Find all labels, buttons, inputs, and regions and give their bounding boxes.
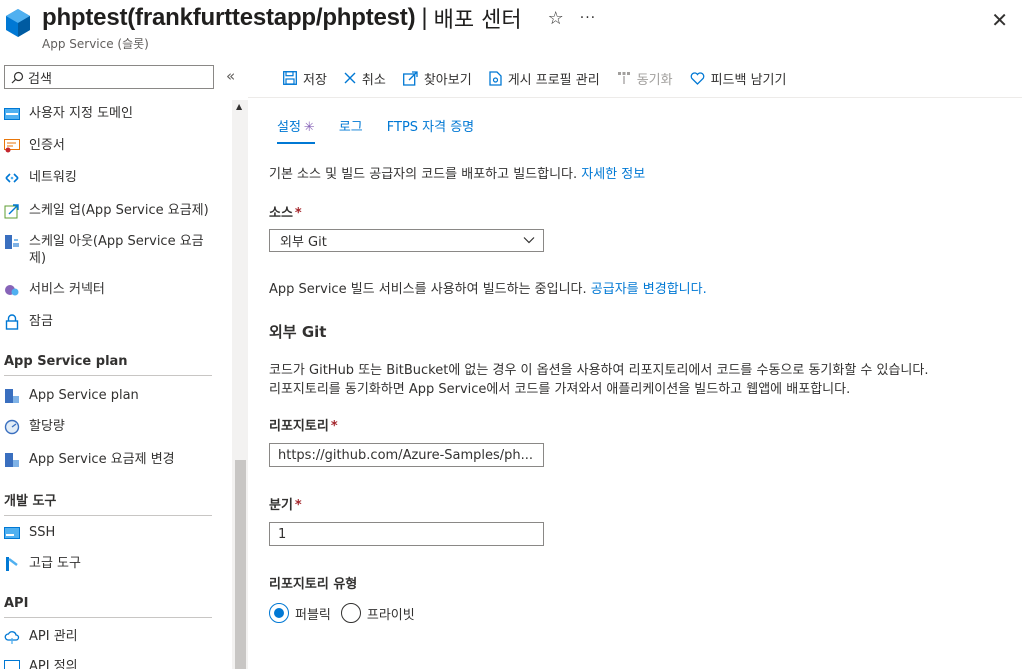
cancel-icon xyxy=(344,72,356,84)
quota-icon xyxy=(3,418,21,436)
browse-button[interactable]: 찾아보기 xyxy=(402,69,472,88)
save-button[interactable]: 저장 xyxy=(283,69,327,88)
source-label: 소스 * xyxy=(269,206,302,221)
custom-domain-icon xyxy=(3,105,21,123)
external-git-desc-line-2: 리포지토리를 동기화하면 App Service에서 코드를 가져와서 애플리케… xyxy=(269,382,851,397)
sidebar-item-quota[interactable]: 할당량 xyxy=(0,418,232,436)
change-provider-link[interactable]: 공급자를 변경합니다. xyxy=(591,282,707,297)
repository-type-label: 리포지토리 유형 xyxy=(269,577,358,592)
ssh-icon xyxy=(3,524,21,542)
private-radio-label[interactable]: 프라이빗 xyxy=(367,604,415,623)
build-provider-text: App Service 빌드 서비스를 사용하여 빌드하는 중입니다. 공급자를… xyxy=(269,282,707,297)
tab-ftps-credentials[interactable]: FTPS 자격 증명 xyxy=(387,116,474,143)
close-icon[interactable]: ✕ xyxy=(991,8,1008,32)
collapse-sidebar-icon[interactable]: « xyxy=(226,67,235,85)
service-connector-icon xyxy=(3,281,21,299)
sync-icon xyxy=(617,71,631,85)
learn-more-link[interactable]: 자세한 정보 xyxy=(581,167,645,182)
scale-up-icon xyxy=(3,202,21,220)
manage-publish-profile-button[interactable]: 게시 프로필 관리 xyxy=(489,69,600,88)
app-service-plan-icon xyxy=(3,387,21,405)
search-icon xyxy=(11,71,24,83)
feedback-button[interactable]: 피드백 남기기 xyxy=(690,69,786,88)
branch-label: 분기 * xyxy=(269,498,302,513)
sidebar-scrollbar[interactable]: ▲ xyxy=(232,100,248,669)
repository-label: 리포지토리 * xyxy=(269,419,338,434)
heart-icon xyxy=(690,71,705,85)
networking-icon xyxy=(3,169,21,187)
sidebar-item-app-service-plan[interactable]: App Service plan xyxy=(0,387,232,405)
external-git-title: 외부 Git xyxy=(269,323,327,341)
sidebar-item-custom-domains[interactable]: 사용자 지정 도메인 xyxy=(0,105,232,123)
sidebar-item-advanced-tools[interactable]: 고급 도구 xyxy=(0,555,232,573)
public-radio-label[interactable]: 퍼블릭 xyxy=(295,604,331,623)
api-management-icon xyxy=(3,628,21,646)
required-marker: * xyxy=(294,498,302,513)
command-bar: 저장 취소 찾아보기 게시 프로필 관리 동기화 피드백 남기기 xyxy=(283,66,803,90)
required-marker: * xyxy=(294,206,302,221)
source-dropdown[interactable]: 외부 Git xyxy=(269,229,544,252)
unsaved-changes-icon: ✳ xyxy=(303,120,315,135)
main-content: 설정 ✳ 로그 FTPS 자격 증명 기본 소스 및 빌드 공급자의 코드를 배포… xyxy=(248,98,1022,669)
sidebar-item-change-plan[interactable]: App Service 요금제 변경 xyxy=(0,451,232,469)
more-icon[interactable]: ··· xyxy=(580,10,596,26)
tab-bar: 설정 ✳ 로그 FTPS 자격 증명 xyxy=(277,116,498,144)
scroll-up-arrow-icon[interactable]: ▲ xyxy=(236,102,242,111)
sidebar-item-locks[interactable]: 잠금 xyxy=(0,313,232,331)
chevron-down-icon xyxy=(523,237,535,244)
sidebar-item-api-management[interactable]: API 관리 xyxy=(0,628,232,646)
title-separator: | xyxy=(421,4,428,31)
page-header: phptest(frankfurttestapp/phptest) | 배포 센… xyxy=(0,0,1022,58)
scrollbar-thumb[interactable] xyxy=(235,460,246,669)
advanced-tools-icon xyxy=(3,555,21,573)
branch-input[interactable]: 1 xyxy=(269,522,544,546)
certificate-icon xyxy=(3,137,21,155)
publish-profile-icon xyxy=(489,70,502,86)
tab-settings[interactable]: 설정 ✳ xyxy=(277,116,315,144)
page-subtitle: App Service (슬롯) xyxy=(42,37,149,51)
required-marker: * xyxy=(330,419,338,434)
sidebar-section-api: API xyxy=(4,596,212,618)
sidebar-item-scale-up[interactable]: 스케일 업(App Service 요금제) xyxy=(0,202,232,220)
sidebar-section-dev-tools: 개발 도구 xyxy=(4,490,212,516)
lock-icon xyxy=(3,313,21,331)
browse-icon xyxy=(402,70,418,86)
search-input[interactable]: 검색 xyxy=(4,65,214,89)
external-git-desc-line-1: 코드가 GitHub 또는 BitBucket에 없는 경우 이 옵션을 사용하… xyxy=(269,363,929,378)
tab-logs[interactable]: 로그 xyxy=(339,116,363,143)
api-definition-icon xyxy=(3,658,21,669)
search-placeholder: 검색 xyxy=(28,71,52,87)
sidebar-item-api-definition[interactable]: API 정의 xyxy=(0,658,232,669)
star-icon[interactable]: ☆ xyxy=(548,8,564,29)
sidebar-item-scale-out[interactable]: 스케일 아웃(App Service 요금제) xyxy=(0,233,232,267)
sidebar-item-certificates[interactable]: 인증서 xyxy=(0,137,232,155)
repository-input[interactable]: https://github.com/Azure-Samples/ph... xyxy=(269,443,544,467)
sync-button[interactable]: 동기화 xyxy=(617,69,673,88)
sidebar-item-networking[interactable]: 네트워킹 xyxy=(0,169,232,187)
cancel-button[interactable]: 취소 xyxy=(344,69,386,88)
private-radio[interactable] xyxy=(340,603,361,623)
save-icon xyxy=(283,71,297,85)
sidebar-item-ssh[interactable]: SSH xyxy=(0,524,232,542)
page-section-title: 배포 센터 xyxy=(433,8,522,33)
repository-type-radio-group: 퍼블릭 프라이빗 xyxy=(269,603,425,623)
scale-out-icon xyxy=(3,233,21,251)
sidebar-nav: 사용자 지정 도메인 인증서 네트워킹 스케일 업(App Service 요금… xyxy=(0,100,232,669)
page-title: phptest(frankfurttestapp/phptest) xyxy=(42,4,416,31)
sidebar-item-service-connector[interactable]: 서비스 커넥터 xyxy=(0,281,232,299)
sidebar: 검색 « 사용자 지정 도메인 인증서 네트워킹 스케일 업(App Servi… xyxy=(0,58,248,669)
change-plan-icon xyxy=(3,451,21,469)
public-radio[interactable] xyxy=(269,603,289,623)
sidebar-section-app-service-plan: App Service plan xyxy=(4,354,212,376)
app-service-slot-icon xyxy=(6,9,30,37)
intro-text: 기본 소스 및 빌드 공급자의 코드를 배포하고 빌드합니다. 자세한 정보 xyxy=(269,167,646,182)
